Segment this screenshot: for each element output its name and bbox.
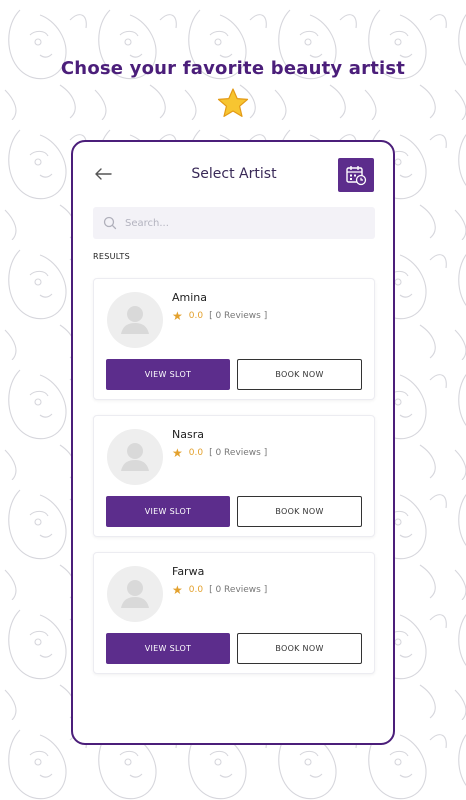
artist-card: Nasra ★ 0.0 [ 0 Reviews ] VIEW SLOT BOOK… xyxy=(93,415,375,537)
star-icon: ★ xyxy=(172,583,183,597)
calendar-icon xyxy=(346,166,367,186)
phone-frame: Select Artist RESULTS Amina xyxy=(71,140,395,745)
book-now-button[interactable]: BOOK NOW xyxy=(237,496,362,527)
book-now-button[interactable]: BOOK NOW xyxy=(237,633,362,664)
view-slot-button[interactable]: VIEW SLOT xyxy=(106,496,230,527)
review-count: [ 0 Reviews ] xyxy=(209,311,268,321)
user-placeholder-icon xyxy=(121,443,149,471)
artist-rating: ★ 0.0 [ 0 Reviews ] xyxy=(172,584,267,596)
artist-name: Farwa xyxy=(172,565,205,578)
artist-name: Amina xyxy=(172,291,208,304)
avatar xyxy=(107,292,163,348)
artist-card: Amina ★ 0.0 [ 0 Reviews ] VIEW SLOT BOOK… xyxy=(93,278,375,400)
artist-card: Farwa ★ 0.0 [ 0 Reviews ] VIEW SLOT BOOK… xyxy=(93,552,375,674)
artist-rating: ★ 0.0 [ 0 Reviews ] xyxy=(172,310,267,322)
rating-score: 0.0 xyxy=(188,448,204,458)
rating-score: 0.0 xyxy=(188,311,204,321)
review-count: [ 0 Reviews ] xyxy=(209,585,268,595)
search-bar xyxy=(93,207,375,239)
review-count: [ 0 Reviews ] xyxy=(209,448,268,458)
search-input[interactable] xyxy=(125,207,365,239)
user-placeholder-icon xyxy=(121,580,149,608)
view-slot-button[interactable]: VIEW SLOT xyxy=(106,359,230,390)
artist-name: Nasra xyxy=(172,428,204,441)
page-headline: Chose your favorite beauty artist xyxy=(60,58,406,79)
artist-rating: ★ 0.0 [ 0 Reviews ] xyxy=(172,447,267,459)
calendar-button[interactable] xyxy=(338,158,374,192)
rating-score: 0.0 xyxy=(188,585,204,595)
book-now-button[interactable]: BOOK NOW xyxy=(237,359,362,390)
view-slot-button[interactable]: VIEW SLOT xyxy=(106,633,230,664)
results-label: RESULTS xyxy=(93,252,130,261)
avatar xyxy=(107,566,163,622)
star-icon: ★ xyxy=(172,446,183,460)
user-placeholder-icon xyxy=(121,306,149,334)
star-icon: ★ xyxy=(172,309,183,323)
search-icon xyxy=(103,216,117,230)
avatar xyxy=(107,429,163,485)
star-emoji-icon xyxy=(217,88,249,117)
